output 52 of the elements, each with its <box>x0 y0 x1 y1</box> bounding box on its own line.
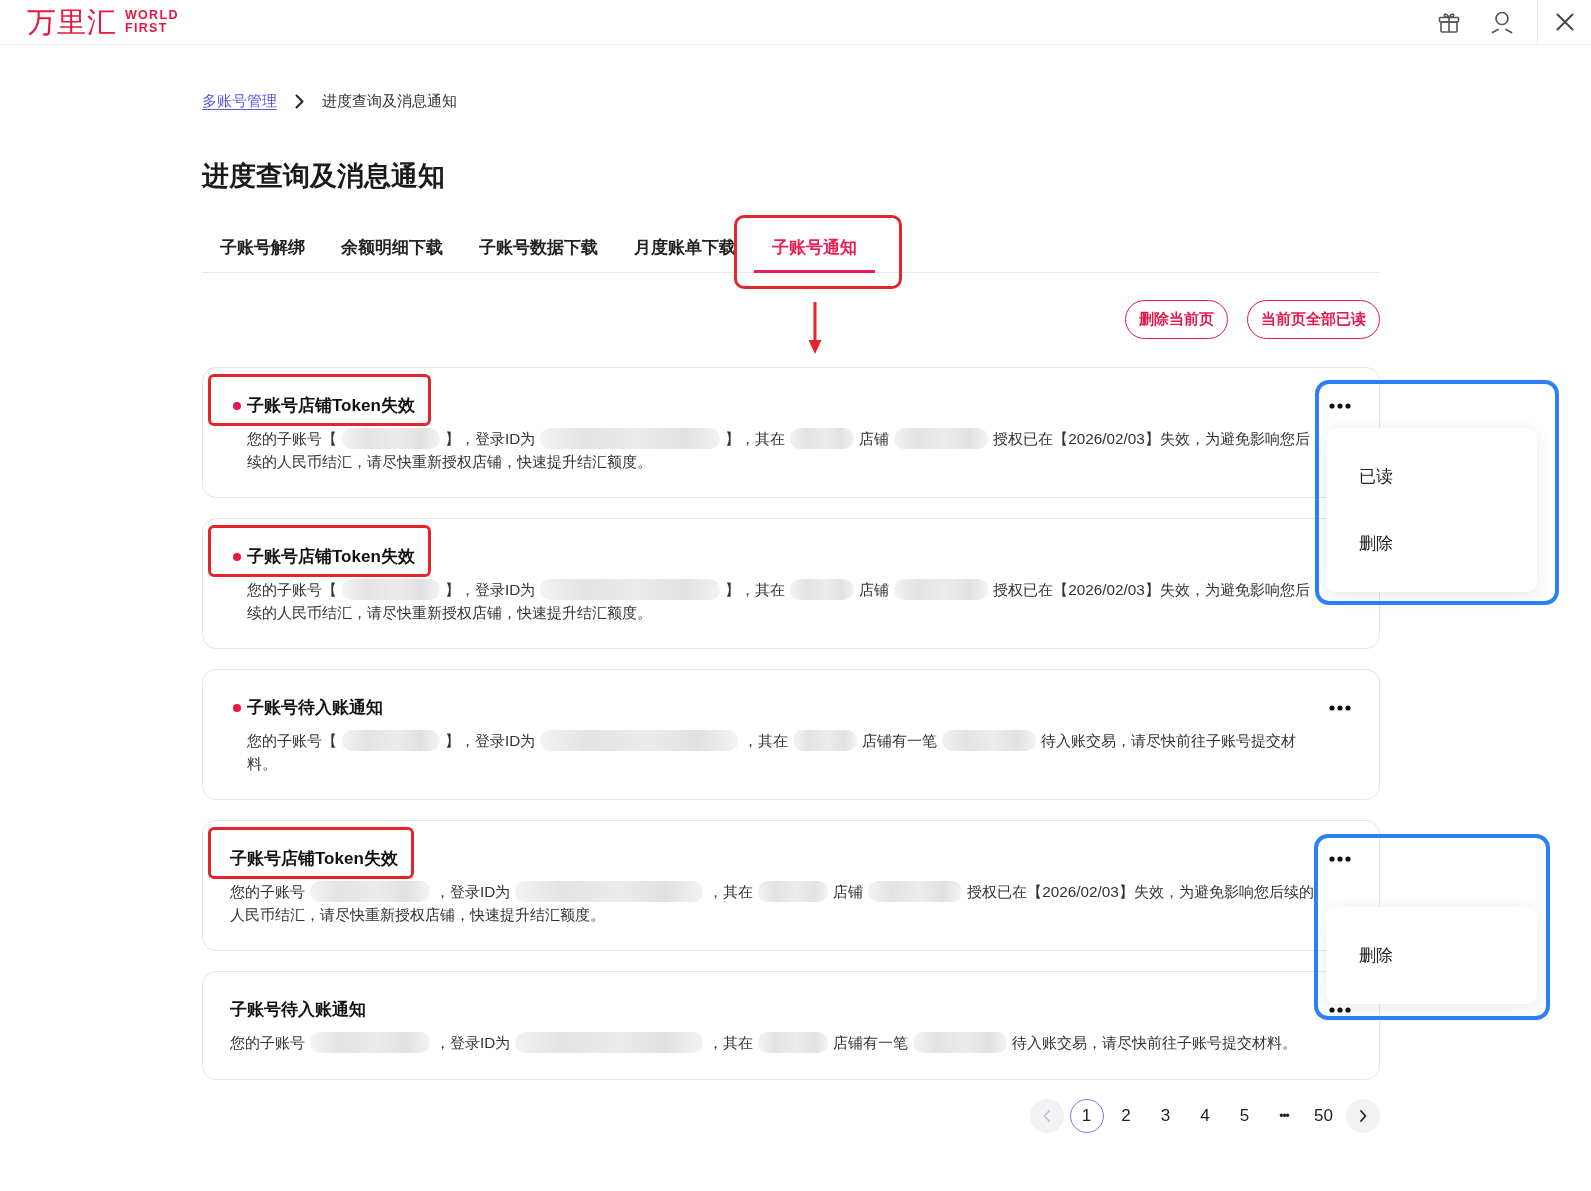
notice-message: 您的子账号【 】，登录ID为 】，其在 店铺 授权已在【2026/02/03】失效，为避免影响您后续的人民币结汇，请尽快重新授权店铺，快速提升结汇额度。 <box>246 428 1311 472</box>
more-button[interactable] <box>1329 704 1351 712</box>
chevron-left-icon <box>1043 1109 1051 1122</box>
page-button[interactable]: 4 <box>1188 1098 1222 1133</box>
chevron-right-icon <box>1359 1109 1367 1122</box>
more-button[interactable] <box>1329 402 1351 410</box>
redacted-block <box>758 881 829 902</box>
notice-title: 子账号店铺Token失效 <box>247 395 415 417</box>
menu-item[interactable]: 已读 <box>1326 458 1537 496</box>
menu-item[interactable]: 删除 <box>1326 525 1537 563</box>
notice-title: 子账号店铺Token失效 <box>230 848 398 870</box>
user-icon[interactable] <box>1490 10 1514 34</box>
tab[interactable]: 子账号数据下载 <box>461 223 616 273</box>
chevron-right-icon <box>295 93 304 109</box>
more-button[interactable] <box>1329 855 1351 863</box>
breadcrumb-current: 进度查询及消息通知 <box>322 91 457 111</box>
tab[interactable]: 余额明细下载 <box>323 223 461 273</box>
logo-tagline: WORLD <box>125 9 179 22</box>
menu-item[interactable]: 删除 <box>1326 937 1537 975</box>
breadcrumb-link[interactable]: 多账号管理 <box>202 90 277 112</box>
notice-message: 您的子账号【 】，登录ID为 】，其在 店铺 授权已在【2026/02/03】失效，为避免影响您后续的人民币结汇，请尽快重新授权店铺，快速提升结汇额度。 <box>246 579 1311 623</box>
more-icon <box>1329 856 1351 862</box>
redacted-block <box>790 579 855 600</box>
page-button[interactable]: 2 <box>1109 1098 1143 1133</box>
notice-message: 您的子账号 ，登录ID为 ，其在 店铺有一笔 待入账交易，请尽快前往子账号提交材料。 <box>230 1032 1299 1055</box>
notice-message: 您的子账号 ，登录ID为 ，其在 店铺 授权已在【2026/02/03】失效，为避免影响您后续的人民币结汇，请尽快重新授权店铺，快速提升结汇额度。 <box>230 881 1315 925</box>
redacted-block <box>790 428 855 449</box>
redacted-block <box>758 1032 829 1053</box>
tab[interactable]: 子账号解绑 <box>202 223 323 273</box>
tab[interactable]: 子账号通知 <box>754 223 875 273</box>
redacted-block <box>793 730 858 751</box>
gift-icon[interactable] <box>1437 10 1461 34</box>
more-icon <box>1329 705 1351 711</box>
more-button[interactable] <box>1329 1006 1351 1014</box>
action-button[interactable]: 删除当前页 <box>1125 300 1228 339</box>
notice-message: 您的子账号【 】，登录ID为 ，其在 店铺有一笔 待入账交易，请尽快前往子账号提交材料。 <box>246 730 1298 774</box>
page-button[interactable]: 3 <box>1148 1098 1183 1133</box>
page-title: 进度查询及消息通知 <box>202 160 446 193</box>
logo-text[interactable]: 万里汇 <box>27 7 117 37</box>
more-icon <box>1329 1007 1351 1013</box>
next-page-button[interactable] <box>1346 1098 1380 1133</box>
more-icon <box>1329 403 1351 409</box>
close-icon[interactable] <box>1556 13 1574 31</box>
page-button[interactable]: 50 <box>1306 1098 1341 1133</box>
tab[interactable]: 月度账单下载 <box>616 223 754 273</box>
page-button[interactable]: 5 <box>1227 1098 1262 1133</box>
notice-title: 子账号待入账通知 <box>230 999 366 1021</box>
action-button[interactable]: 当前页全部已读 <box>1247 300 1380 339</box>
page-ellipsis[interactable]: ••• <box>1267 1098 1301 1133</box>
logo-tagline: FIRST <box>125 22 169 35</box>
notice-title: 子账号待入账通知 <box>247 697 383 719</box>
notice-title: 子账号店铺Token失效 <box>247 546 415 568</box>
